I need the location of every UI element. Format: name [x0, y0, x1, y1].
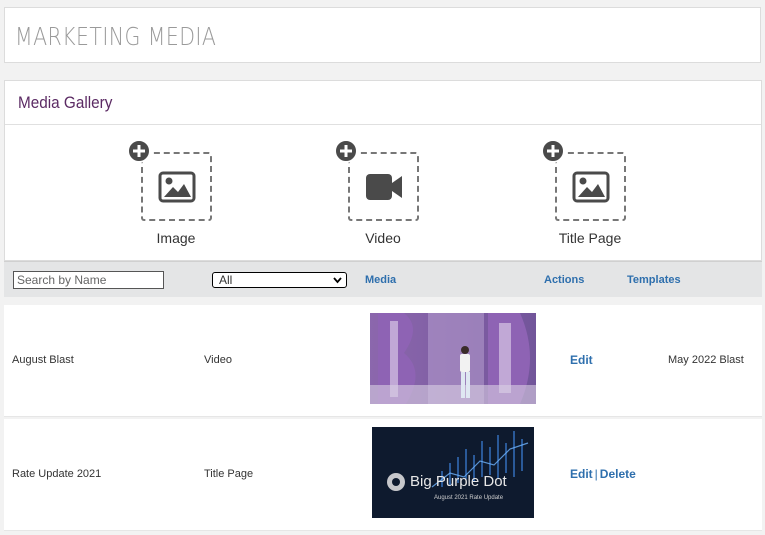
media-type: Video — [204, 354, 232, 366]
add-image-plus-icon[interactable] — [127, 139, 151, 163]
template-name[interactable]: May 2022 Blast — [668, 354, 744, 366]
upload-title-page-tile[interactable]: Title Page — [520, 139, 660, 251]
row-actions: Edit | Delete — [570, 467, 636, 481]
add-title-page-plus-icon[interactable] — [541, 139, 565, 163]
page-title: MARKETING MEDIA — [15, 22, 217, 51]
chevron-down-icon — [333, 277, 342, 284]
table-row: August Blast Video Edit May 2022 Blast — [4, 305, 762, 417]
title-page-thumbnail[interactable]: Big Purple Dot August 2021 Rate Update — [372, 427, 534, 518]
video-camera-icon — [365, 173, 402, 200]
upload-video-label: Video — [365, 230, 401, 246]
column-header-templates[interactable]: Templates — [627, 274, 681, 286]
row-actions: Edit — [570, 353, 593, 367]
add-video-plus-icon[interactable] — [334, 139, 358, 163]
media-gallery-panel: Media Gallery Image Video Title Page — [4, 80, 762, 261]
table-row: Rate Update 2021 Title Page Big Purple D… — [4, 419, 762, 531]
thumb-caption-text: August 2021 Rate Update — [434, 495, 504, 501]
column-header-actions[interactable]: Actions — [544, 274, 584, 286]
image-icon — [158, 171, 195, 202]
type-filter-value: All — [219, 273, 233, 287]
upload-video-tile[interactable]: Video — [313, 139, 453, 251]
type-filter-select[interactable]: All — [212, 272, 347, 288]
title-page-dropzone[interactable] — [555, 152, 626, 221]
action-separator: | — [594, 467, 598, 481]
divider — [5, 124, 761, 125]
delete-link[interactable]: Delete — [600, 467, 636, 481]
edit-link[interactable]: Edit — [570, 467, 593, 481]
edit-link[interactable]: Edit — [570, 353, 593, 367]
search-input[interactable] — [13, 271, 164, 289]
column-header-media[interactable]: Media — [365, 274, 396, 286]
upload-image-tile[interactable]: Image — [106, 139, 246, 251]
media-name: Rate Update 2021 — [12, 468, 102, 480]
image-dropzone[interactable] — [141, 152, 212, 221]
image-icon — [572, 171, 609, 202]
video-thumbnail[interactable] — [370, 313, 536, 404]
upload-image-label: Image — [156, 230, 196, 246]
video-dropzone[interactable] — [348, 152, 419, 221]
header-panel: MARKETING MEDIA — [4, 7, 761, 63]
media-type: Title Page — [204, 468, 254, 480]
gallery-title: Media Gallery — [18, 93, 113, 112]
media-name: August Blast — [12, 354, 74, 366]
upload-title-page-label: Title Page — [558, 230, 622, 246]
thumb-brand-text: Big Purple Dot — [410, 473, 507, 490]
filter-bar: All Media Actions Templates — [4, 261, 762, 297]
